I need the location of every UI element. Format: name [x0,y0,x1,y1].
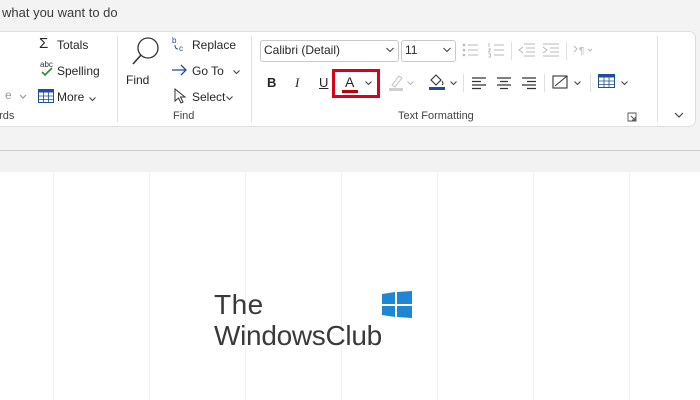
spelling-check-icon: abc [40,60,53,77]
gridlines-icon [552,75,568,89]
tell-me-text: what you want to do [2,5,118,20]
fill-color-hidden-label: e [5,88,12,102]
align-left-icon[interactable] [472,77,487,90]
alternate-row-color-button[interactable] [597,72,631,94]
paint-bucket-icon [429,74,445,90]
magnifier-icon [132,37,159,65]
fill-color-button[interactable] [426,72,458,94]
datasheet-area[interactable] [0,172,700,400]
chevron-down-icon [443,47,451,53]
gridlines-button[interactable] [550,72,584,94]
grid-line [53,172,54,400]
goto-label: Go To [192,64,224,78]
select-label: Select [192,90,226,104]
group-divider [117,36,118,122]
records-group-label: ords [0,110,15,122]
find-group-label: Find [173,110,195,122]
chevron-down-icon [226,96,233,101]
underline-button[interactable]: U [319,75,328,90]
replace-button[interactable]: b c Replace [171,35,251,55]
grid-line [437,172,438,400]
chevron-down-icon [621,81,628,86]
increase-indent-icon[interactable] [542,42,560,58]
ribbon-panel: e Σ Totals abc Spelling More ords Find [0,31,696,127]
font-size-value: 11 [405,43,418,57]
decrease-indent-icon[interactable] [518,42,536,58]
grid-line [533,172,534,400]
grid-line [341,172,342,400]
text-formatting-group-label: Text Formatting [398,110,474,122]
replace-label: Replace [192,38,237,52]
more-label: More [57,90,85,104]
svg-text:b: b [172,36,177,45]
bullet-list-icon[interactable] [461,42,479,58]
collapse-ribbon-chevron-icon[interactable] [674,112,684,119]
windows-logo-icon [382,291,412,318]
chevron-down-icon [89,97,96,102]
numbered-list-icon[interactable] [487,42,505,58]
grid-line [629,172,630,400]
find-button[interactable]: Find [126,36,166,88]
italic-button[interactable]: I [295,75,299,91]
alternate-row-icon [598,74,615,88]
totals-button[interactable]: Σ Totals [37,35,107,55]
text-highlight-button[interactable] [386,72,416,94]
chevron-down-icon [233,70,240,75]
cursor-arrow-icon [174,88,187,104]
select-button[interactable]: Select [171,87,243,107]
table-grid-icon [38,89,54,103]
bold-button[interactable]: B [267,75,276,90]
sigma-icon: Σ [39,35,49,52]
tell-me-bar[interactable]: what you want to do [0,0,700,27]
svg-text:abc: abc [40,60,53,69]
find-label: Find [126,73,150,87]
font-size-combo[interactable]: 11 [401,40,456,62]
totals-label: Totals [57,38,89,52]
svg-text:c: c [179,44,183,53]
spelling-label: Spelling [57,64,100,78]
chevron-down-icon [574,81,581,86]
spelling-button[interactable]: abc Spelling [37,60,107,82]
font-color-swatch [342,90,358,93]
font-name-value: Calibri (Detail) [264,43,341,57]
font-color-button[interactable]: A [332,69,380,98]
more-button[interactable]: More [37,86,101,108]
dialog-launcher-icon[interactable] [627,112,637,122]
svg-text:¶: ¶ [579,46,584,57]
grid-line [149,172,150,400]
watermark-line1: The [214,289,264,320]
grid-line [245,172,246,400]
chevron-down-icon [386,47,394,53]
font-name-combo[interactable]: Calibri (Detail) [260,40,399,62]
replace-icon: b c [172,36,183,53]
chevron-down-icon [450,81,457,86]
font-color-icon: A [345,74,355,90]
divider [511,42,512,60]
divider [566,42,567,60]
divider [544,74,545,92]
divider [590,74,591,92]
group-divider [657,36,658,122]
chevron-down-icon [19,94,27,99]
group-divider [251,36,252,122]
goto-button[interactable]: Go To [171,61,243,81]
header-strip [0,150,700,173]
highlighter-icon [389,75,403,91]
align-right-icon[interactable] [522,77,537,90]
watermark-line2: WindowsClub [214,320,382,351]
chevron-down-icon [365,81,372,86]
left-to-right-icon[interactable]: ¶ [573,43,595,57]
arrow-right-icon [172,64,187,76]
chevron-down-icon [407,81,414,86]
align-center-icon[interactable] [497,77,512,90]
divider [463,74,464,92]
